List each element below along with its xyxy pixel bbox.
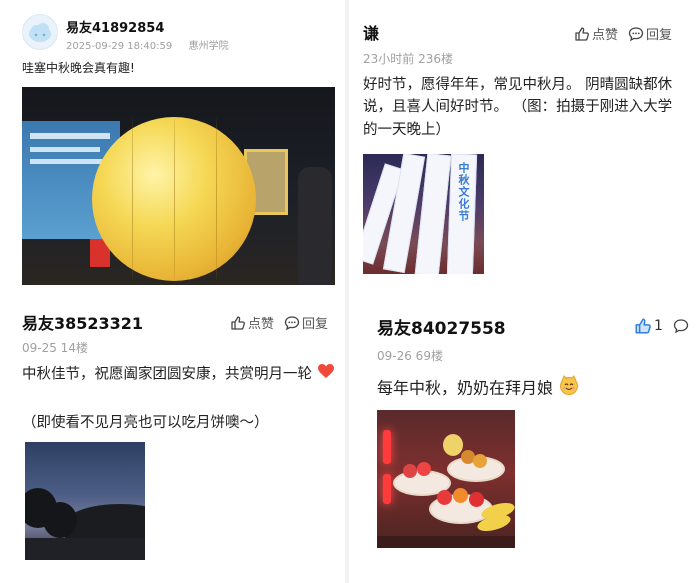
post-text-note: （即使看不见月亮也可以吃月饼噢～） [22, 415, 269, 431]
reply-button[interactable]: 回复 [284, 313, 328, 332]
moon-seam [174, 117, 175, 281]
like-button[interactable]: 点赞 [230, 313, 274, 332]
candle [383, 430, 391, 464]
post-card: 易友41892854 2025-09-29 18:40:59 惠州学院 哇塞中秋… [0, 0, 345, 292]
like-button[interactable]: 点赞 [574, 24, 618, 43]
like-button[interactable]: 1 [634, 317, 663, 335]
post-meta: 09-25 14楼 [22, 341, 88, 355]
post-meta: 09-26 69楼 [377, 349, 443, 363]
post-actions: 点赞 回复 [574, 24, 672, 43]
fruit [437, 490, 452, 505]
post-meta: 23小时前 236楼 [363, 52, 453, 66]
fruit [453, 488, 468, 503]
reply-label: 回复 [646, 28, 673, 43]
ground [25, 538, 145, 560]
banner-stripe [30, 159, 106, 164]
username[interactable]: 易友84027558 [377, 314, 506, 339]
comment-icon [628, 26, 644, 41]
post-card: 易友84027558 1 09-26 69楼 每年中秋，奶奶在拜月娘 [349, 292, 699, 583]
like-count: 1 [654, 318, 663, 334]
username[interactable]: 易友41892854 [66, 17, 164, 36]
username[interactable]: 谦 [363, 20, 379, 44]
banner-stripe [30, 133, 110, 139]
reply-label: 回复 [302, 317, 329, 332]
tree [43, 502, 77, 538]
moon-seam [216, 117, 217, 281]
banner-stripe [30, 147, 100, 152]
heart-emoji [317, 363, 335, 386]
post-text: 哇塞中秋晚会真有趣! [22, 61, 135, 75]
post-text: 好时节，愿得年年，常见中秋月。 阴晴圆缺都休说，且喜人间好时节。 （图：拍摄于刚… [363, 77, 673, 138]
fruit [473, 454, 487, 468]
moon-seam [132, 117, 133, 281]
candle [383, 474, 391, 504]
comment-icon [673, 319, 689, 334]
fruit [417, 462, 431, 476]
pomelo [443, 434, 463, 456]
table-edge [377, 536, 515, 548]
like-label: 点赞 [248, 317, 275, 332]
offering-photo[interactable] [377, 410, 515, 548]
fruit [403, 464, 417, 478]
post-text: 每年中秋，奶奶在拜月娘 [377, 375, 580, 403]
night-sky-photo[interactable] [25, 442, 145, 560]
fruit [469, 492, 484, 507]
post-card: 谦 点赞 回复 23小时前 236楼 好时节，愿得年年，常见中秋月。 阴晴圆缺都… [349, 0, 699, 292]
post-text-line: 每年中秋，奶奶在拜月娘 [377, 378, 554, 398]
thumbs-up-icon [575, 26, 589, 41]
reply-button[interactable]: 回复 [628, 24, 672, 43]
school-label: 惠州学院 [188, 41, 229, 52]
post-text: 中秋佳节，祝愿阖家团圆安康，共赏明月一轮 [22, 363, 340, 386]
person-silhouette [298, 167, 332, 285]
post-card: 易友38523321 点赞 回复 09-25 14楼 中秋佳节，祝愿阖家团圆安康… [0, 292, 345, 583]
smiling-face-emoji [558, 375, 580, 403]
moon-lantern [92, 117, 256, 281]
cloud-avatar-icon [29, 23, 51, 42]
like-label: 点赞 [592, 28, 619, 43]
banner-photo[interactable]: 中秋文化节 [363, 154, 484, 274]
username[interactable]: 易友38523321 [22, 310, 143, 334]
comment-icon [284, 315, 300, 330]
post-timestamp: 2025-09-29 18:40:59 惠州学院 [66, 37, 229, 52]
post-actions: 1 [634, 317, 689, 335]
moon-lantern-photo[interactable] [22, 87, 335, 285]
ribbon-text: 中秋文化节 [457, 162, 470, 222]
thumbs-up-icon [231, 315, 245, 330]
timestamp: 2025-09-29 18:40:59 [66, 41, 173, 52]
post-text-line: 中秋佳节，祝愿阖家团圆安康，共赏明月一轮 [22, 366, 312, 383]
avatar[interactable] [22, 14, 58, 50]
post-actions: 点赞 回复 [230, 313, 328, 332]
thumbs-up-icon [635, 318, 651, 334]
reply-button[interactable] [673, 318, 689, 334]
